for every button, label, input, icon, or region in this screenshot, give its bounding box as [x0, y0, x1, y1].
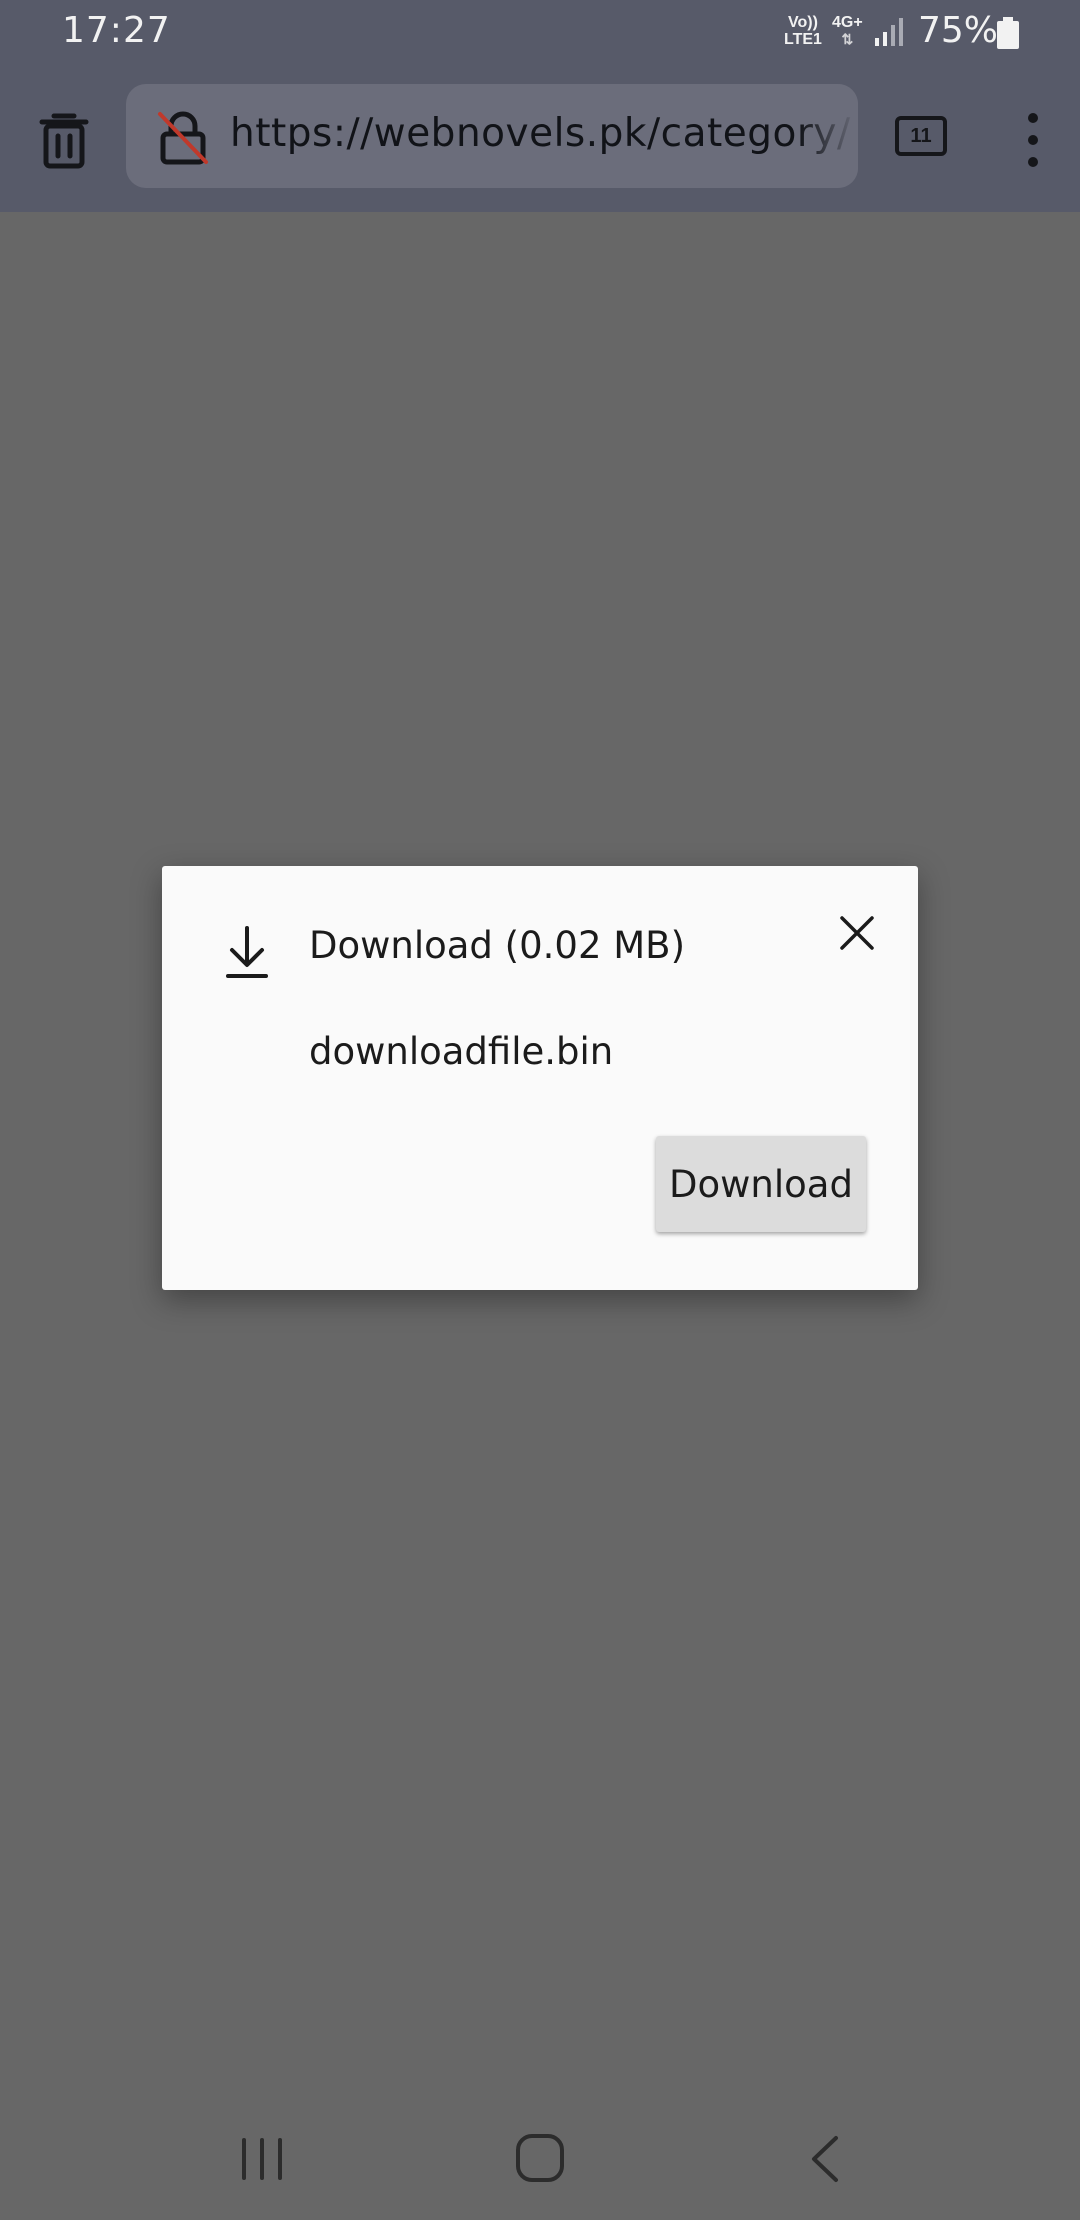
trash-icon [39, 113, 89, 169]
status-bar: 17:27 Vo)) LTE1 4G+ ⇅ 75% [0, 0, 1080, 68]
download-icon [226, 926, 268, 978]
volte-label: Vo)) [788, 14, 818, 31]
more-vert-icon [1028, 113, 1038, 167]
download-button[interactable]: Download [656, 1136, 866, 1232]
navigation-bar [0, 2100, 1080, 2220]
lte-label: LTE1 [784, 31, 822, 48]
address-bar[interactable]: https://webnovels.pk/category/ [126, 84, 858, 188]
battery-percent: 75% [918, 10, 999, 51]
data-arrows-icon: ⇅ [841, 31, 854, 47]
close-icon[interactable] [834, 910, 880, 956]
network-type-indicator: 4G+ ⇅ [832, 14, 863, 48]
signal-icon [875, 18, 903, 46]
tab-count: 11 [910, 125, 932, 147]
dialog-title: Download (0.02 MB) [309, 924, 685, 967]
status-time: 17:27 [62, 10, 171, 51]
battery-icon [997, 17, 1019, 49]
volte-indicator: Vo)) LTE1 [784, 14, 822, 48]
browser-toolbar: https://webnovels.pk/category/ 11 [0, 68, 1080, 212]
url-fade [798, 84, 858, 188]
recents-icon[interactable] [238, 2136, 286, 2182]
more-options-button[interactable] [1020, 110, 1046, 170]
download-dialog: Download (0.02 MB) downloadfile.bin Down… [162, 866, 918, 1290]
tabs-button[interactable]: 11 [895, 116, 947, 156]
close-tab-button[interactable] [36, 108, 92, 172]
network-type-label: 4G+ [832, 14, 863, 31]
url-text[interactable]: https://webnovels.pk/category/ [230, 111, 851, 156]
insecure-lock-icon[interactable] [154, 108, 212, 166]
home-icon[interactable] [514, 2132, 566, 2184]
file-name: downloadfile.bin [309, 1030, 614, 1073]
back-icon[interactable] [806, 2134, 842, 2184]
